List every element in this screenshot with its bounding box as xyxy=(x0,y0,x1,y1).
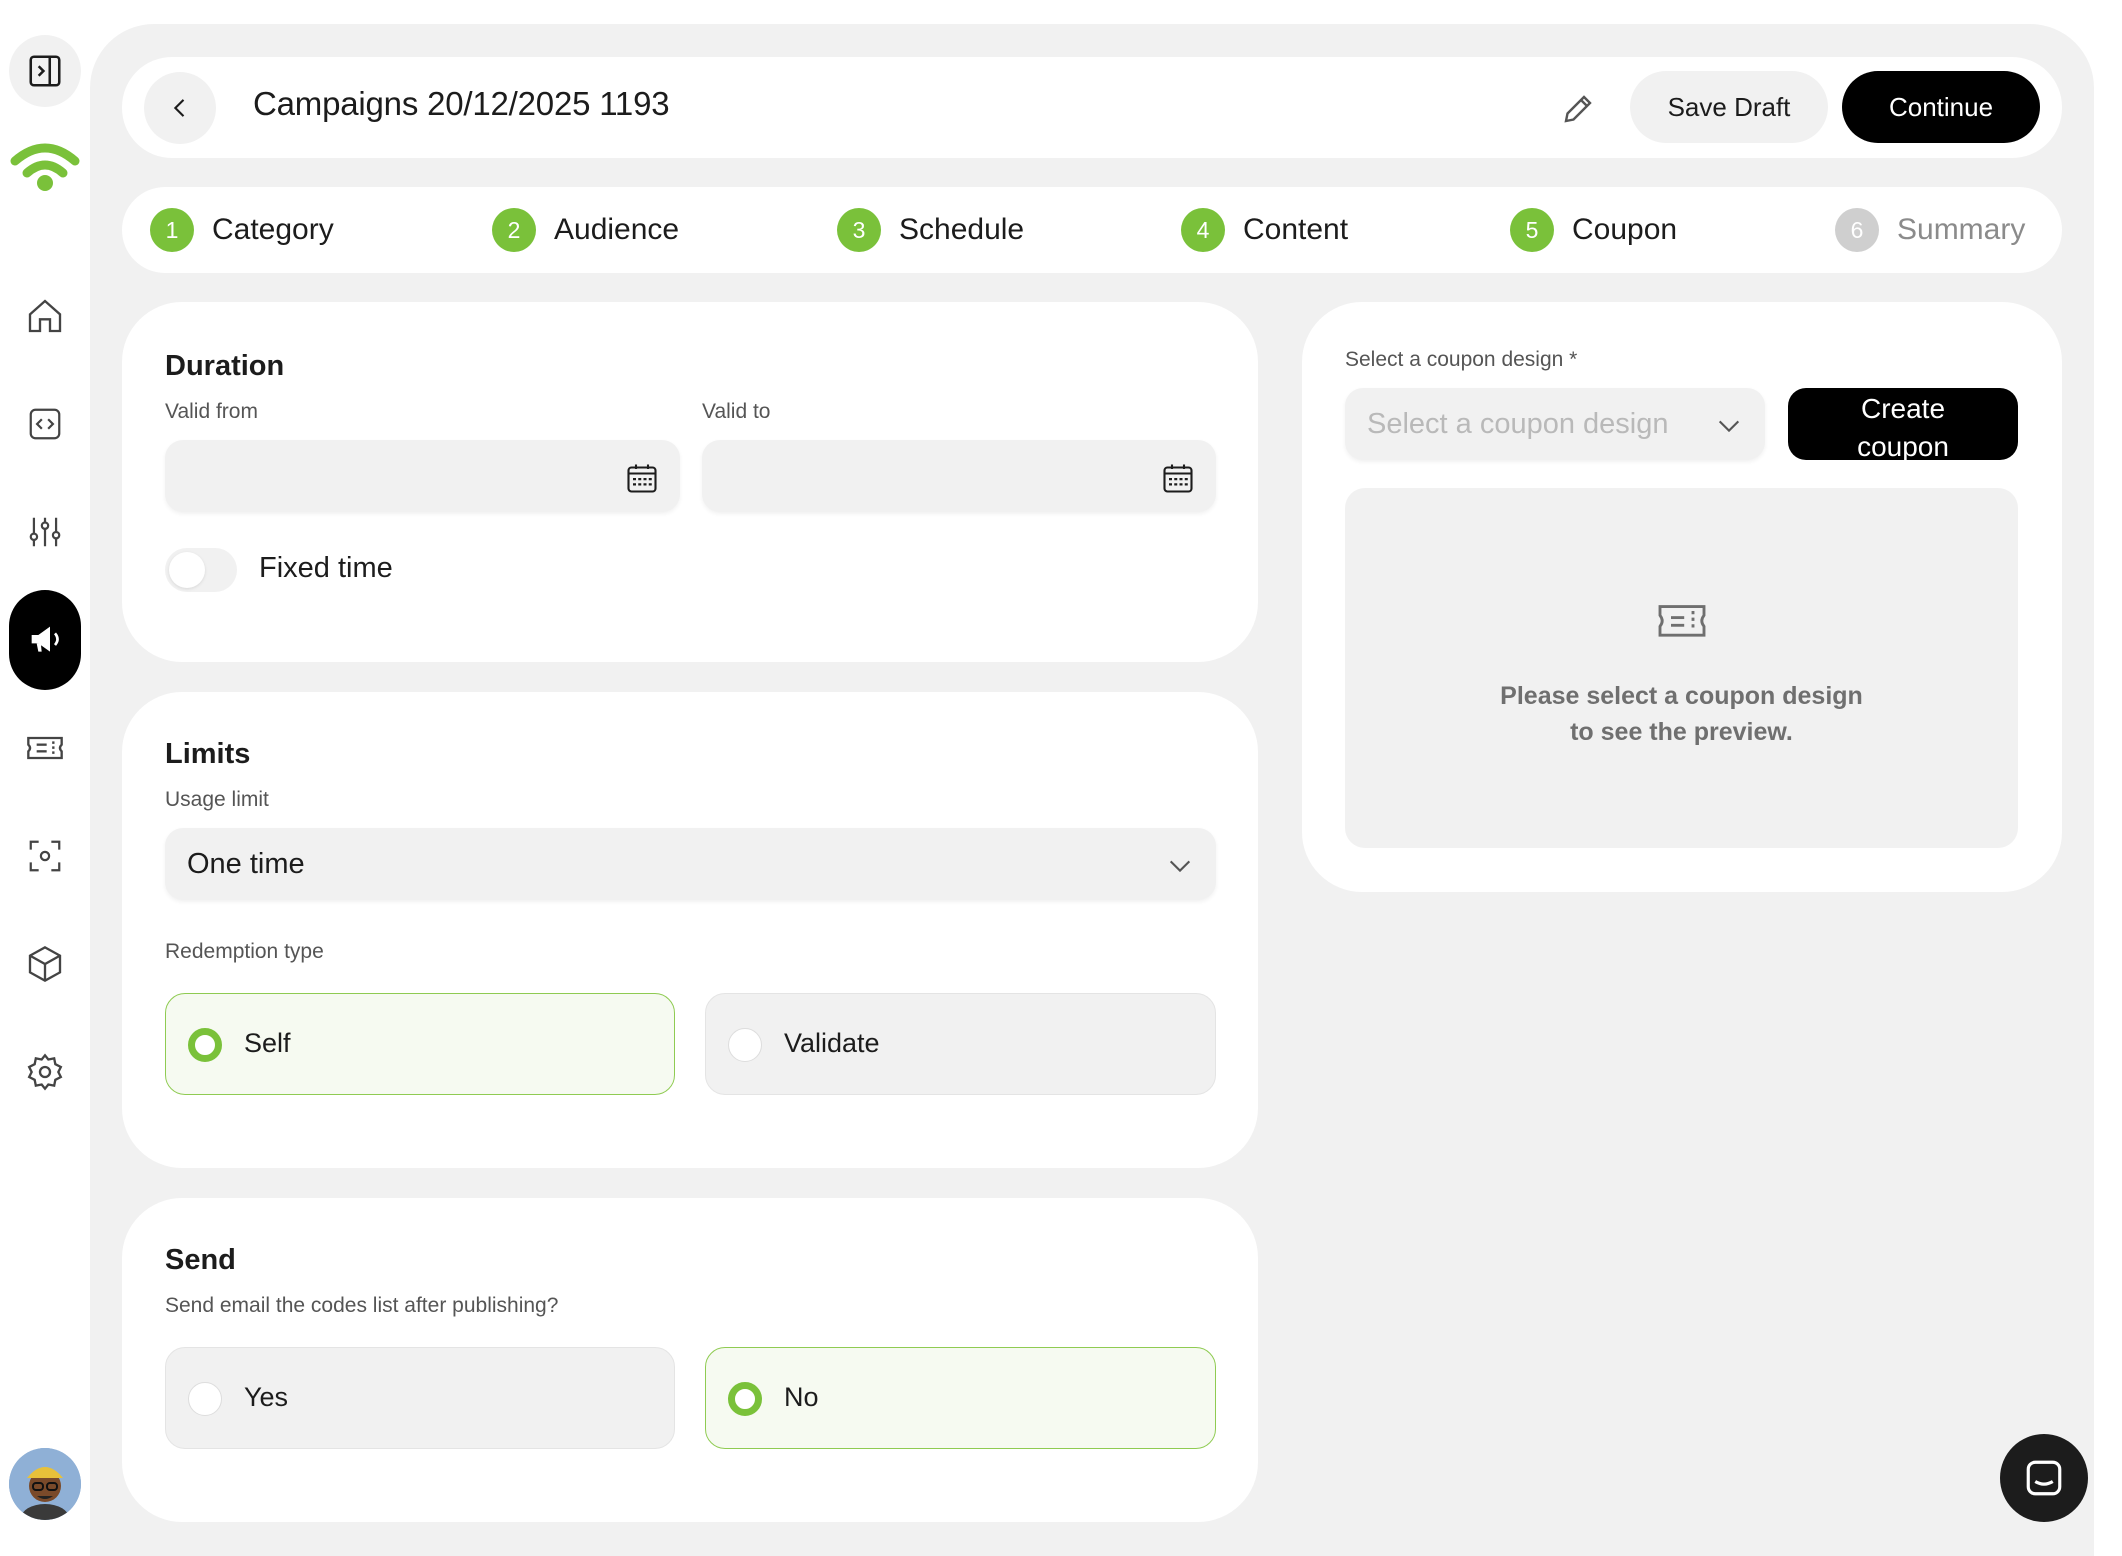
coupon-preview: Please select a coupon design to see the… xyxy=(1345,488,2018,848)
calendar-icon[interactable] xyxy=(1160,460,1196,496)
radio-label: No xyxy=(784,1382,819,1412)
usage-limit-label: Usage limit xyxy=(165,788,269,811)
ticket-icon xyxy=(27,736,63,760)
megaphone-icon xyxy=(31,626,59,652)
chevron-left-icon xyxy=(173,99,185,117)
pencil-icon xyxy=(1564,95,1592,123)
page-header: Campaigns 20/12/2025 1193 Save Draft Con… xyxy=(122,57,2062,158)
toggle-knob xyxy=(169,552,205,588)
continue-button[interactable]: Continue xyxy=(1842,71,2040,143)
fixed-time-label: Fixed time xyxy=(259,552,393,584)
step-category[interactable]: 1 Category xyxy=(150,207,334,253)
edit-title-button[interactable] xyxy=(1552,83,1604,135)
scan-icon xyxy=(29,840,61,872)
redemption-type-label: Redemption type xyxy=(165,940,324,963)
nav-code[interactable] xyxy=(9,388,81,460)
step-number: 6 xyxy=(1835,208,1879,252)
sidebar-toggle-icon xyxy=(29,55,61,87)
send-question: Send email the codes list after publishi… xyxy=(165,1294,559,1317)
valid-from-field[interactable] xyxy=(165,440,680,512)
step-number: 2 xyxy=(492,208,536,252)
valid-to-field[interactable] xyxy=(702,440,1216,512)
nav-coupons[interactable] xyxy=(9,712,81,784)
step-content[interactable]: 4 Content xyxy=(1181,207,1348,253)
step-progress: 1 Category 2 Audience 3 Schedule 4 Conte… xyxy=(122,187,2062,273)
step-number: 1 xyxy=(150,208,194,252)
radio-label: Yes xyxy=(244,1382,289,1412)
preview-message: Please select a coupon design to see the… xyxy=(1345,678,2018,750)
usage-limit-select[interactable]: One time xyxy=(165,828,1216,900)
radio-label: Self xyxy=(244,1028,291,1058)
avatar-icon xyxy=(9,1448,81,1520)
fixed-time-toggle[interactable] xyxy=(165,548,237,592)
usage-limit-value: One time xyxy=(187,848,305,880)
sidebar xyxy=(0,0,90,1556)
calendar-icon[interactable] xyxy=(624,460,660,496)
valid-to-label: Valid to xyxy=(702,400,771,423)
limits-card: Limits Usage limit One time Redemption t… xyxy=(122,692,1258,1168)
step-schedule[interactable]: 3 Schedule xyxy=(837,207,1024,253)
duration-card: Duration Valid from Valid to Fixed time xyxy=(122,302,1258,662)
nav-campaigns[interactable] xyxy=(9,590,81,690)
step-summary[interactable]: 6 Summary xyxy=(1835,207,2025,253)
radio-button[interactable] xyxy=(728,1382,762,1416)
chevron-down-icon xyxy=(1718,420,1740,433)
chevron-down-icon xyxy=(1169,860,1191,873)
nav-settings[interactable] xyxy=(9,1036,81,1108)
limits-title: Limits xyxy=(165,738,251,770)
back-button[interactable] xyxy=(144,72,216,144)
code-icon xyxy=(29,408,61,440)
coupon-design-select[interactable]: Select a coupon design xyxy=(1345,388,1765,460)
redemption-validate-option[interactable]: Validate xyxy=(705,993,1216,1095)
page-title: Campaigns 20/12/2025 1193 xyxy=(253,85,670,122)
step-number: 3 xyxy=(837,208,881,252)
brand-logo xyxy=(9,128,81,200)
step-label: Content xyxy=(1243,213,1349,246)
save-draft-button[interactable]: Save Draft xyxy=(1630,71,1828,143)
nav-products[interactable] xyxy=(9,928,81,1000)
step-coupon[interactable]: 5 Coupon xyxy=(1510,207,1677,253)
coupon-design-label: Select a coupon design * xyxy=(1345,348,1578,371)
coupon-card: Select a coupon design * Select a coupon… xyxy=(1302,302,2062,892)
sliders-icon xyxy=(29,517,61,547)
user-avatar[interactable] xyxy=(9,1448,81,1520)
ticket-icon xyxy=(1658,605,1706,637)
valid-from-label: Valid from xyxy=(165,400,258,423)
chat-support-button[interactable] xyxy=(2000,1434,2088,1522)
create-coupon-button[interactable]: Create coupon xyxy=(1788,388,2018,462)
chat-icon xyxy=(2026,1460,2062,1496)
step-label: Coupon xyxy=(1572,213,1678,246)
step-number: 5 xyxy=(1510,208,1554,252)
step-label: Schedule xyxy=(899,213,1025,246)
radio-button[interactable] xyxy=(188,1382,222,1416)
send-card: Send Send email the codes list after pub… xyxy=(122,1198,1258,1522)
preview-message-line1: Please select a coupon design xyxy=(1500,682,1863,710)
wifi-logo-icon xyxy=(10,143,80,191)
step-label: Audience xyxy=(554,213,680,246)
radio-button[interactable] xyxy=(728,1028,762,1062)
send-yes-option[interactable]: Yes xyxy=(165,1347,675,1449)
step-label: Summary xyxy=(1897,213,2026,246)
create-coupon-label-line1: Create xyxy=(1860,393,1946,424)
step-label: Category xyxy=(212,213,334,246)
box-icon xyxy=(28,945,62,983)
nav-home[interactable] xyxy=(9,280,81,352)
sidebar-toggle-button[interactable] xyxy=(9,35,81,107)
nav-scan[interactable] xyxy=(9,820,81,892)
nav-adjustments[interactable] xyxy=(9,496,81,568)
send-title: Send xyxy=(165,1244,236,1276)
preview-message-line2: to see the preview. xyxy=(1570,718,1793,746)
create-coupon-label-line2: coupon xyxy=(1857,431,1949,462)
duration-title: Duration xyxy=(165,350,285,382)
send-no-option[interactable]: No xyxy=(705,1347,1216,1449)
radio-label: Validate xyxy=(784,1028,880,1058)
redemption-self-option[interactable]: Self xyxy=(165,993,675,1095)
coupon-design-placeholder: Select a coupon design xyxy=(1367,408,1669,440)
step-number: 4 xyxy=(1181,208,1225,252)
radio-button[interactable] xyxy=(188,1028,222,1062)
step-audience[interactable]: 2 Audience xyxy=(492,207,679,253)
gear-icon xyxy=(27,1053,63,1091)
home-icon xyxy=(28,299,62,333)
